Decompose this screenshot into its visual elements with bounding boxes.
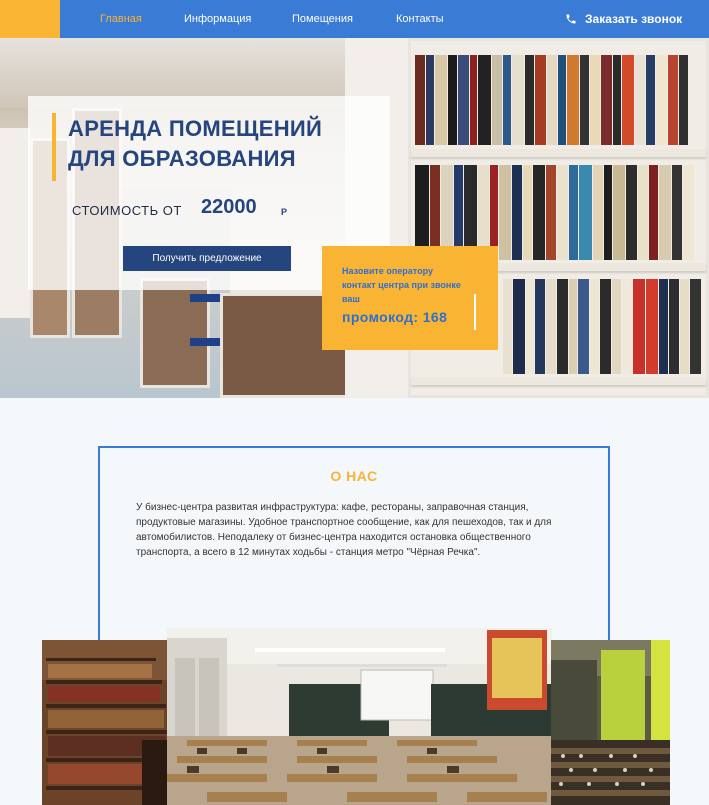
nav-item-info[interactable]: Информация [184,0,251,38]
order-call-label: Заказать звонок [585,12,683,26]
about-section: О НАС У бизнес-центра развитая инфрастру… [98,446,610,642]
price-unit: Р [281,207,288,217]
order-call-button[interactable]: Заказать звонок [565,0,682,38]
shelf-stripe [190,294,220,302]
promo-text: Назовите оператору контакт центра при зв… [342,266,461,304]
hero-title: АРЕНДА ПОМЕЩЕНИЙ ДЛЯ ОБРАЗОВАНИЯ [68,116,323,171]
title-accent-bar [52,113,56,181]
about-title: О НАС [330,468,378,484]
lecture-hall-photo [551,640,670,805]
phone-icon [566,14,576,24]
promo-code: промокод: 168 [342,309,448,325]
nav-item-rooms[interactable]: Помещения [292,0,353,38]
promo-box: Назовите оператору контакт центра при зв… [322,246,498,350]
library-photo [42,640,168,805]
shelf-board [411,377,706,385]
hero-section: АРЕНДА ПОМЕЩЕНИЙ ДЛЯ ОБРАЗОВАНИЯ СТОИМОС… [0,38,709,398]
book-row [415,55,702,145]
classroom-photo [167,628,552,805]
get-offer-button[interactable]: Получить предложение [123,246,291,271]
shelf-pillar [0,128,30,318]
nav-item-home[interactable]: Главная [100,0,142,38]
shelf-stripe [190,338,220,346]
top-navigation: Главная Информация Помещения Контакты За… [0,0,709,38]
shelf-board [411,149,706,157]
nav-accent-block [0,0,60,38]
promo-accent-bar [474,294,476,330]
price-value: 22000 [201,196,257,218]
price-label: СТОИМОСТЬ ОТ [72,203,182,218]
book-row [503,279,702,374]
nav-item-contacts[interactable]: Контакты [396,0,444,38]
about-text: У бизнес-центра развитая инфраструктура:… [136,502,552,558]
